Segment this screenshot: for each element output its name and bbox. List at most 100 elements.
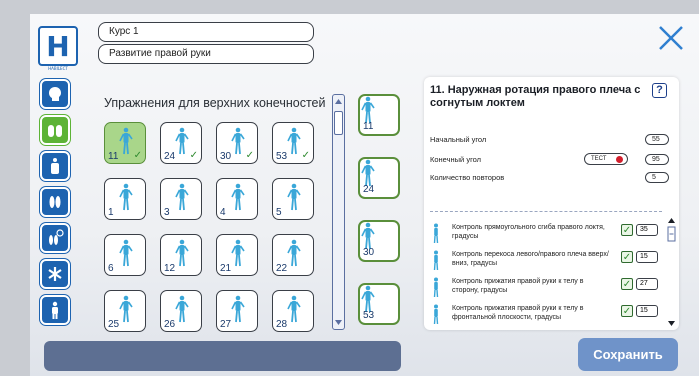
feet-icon bbox=[49, 196, 61, 208]
exercise-figure-icon bbox=[175, 239, 189, 267]
exercise-figure-icon bbox=[231, 239, 245, 267]
exercise-grid: 11 ✓ 24 ✓ 30 ✓ 53 ✓ 1 3 4 5 6 12 21 22 25 26 27 28 bbox=[104, 120, 326, 332]
scroll-thumb[interactable] bbox=[334, 111, 343, 135]
category-person-button[interactable] bbox=[40, 295, 70, 325]
control-value[interactable]: 35 bbox=[636, 224, 658, 236]
exercise-tile[interactable]: 1 bbox=[104, 178, 146, 220]
exercise-figure-icon bbox=[119, 239, 133, 267]
check-icon: ✓ bbox=[133, 150, 142, 161]
exercise-number: 27 bbox=[220, 319, 232, 330]
feet-timer-icon bbox=[49, 229, 64, 245]
scroll-up-icon[interactable] bbox=[334, 97, 343, 106]
control-checkbox[interactable]: ✓ bbox=[621, 224, 633, 236]
exercise-tile[interactable]: 53 ✓ bbox=[272, 122, 314, 164]
exercise-figure-icon bbox=[231, 127, 245, 155]
save-button[interactable]: Сохранить bbox=[578, 338, 678, 371]
exercise-tile[interactable]: 22 bbox=[272, 234, 314, 276]
exercise-figure-icon bbox=[175, 295, 189, 323]
category-feet-timer-button[interactable] bbox=[40, 223, 70, 253]
start-angle-value[interactable]: 55 bbox=[645, 134, 669, 145]
logo-subtitle: HABILECT bbox=[48, 66, 68, 71]
queue-tile[interactable]: 30 bbox=[358, 220, 400, 262]
scroll-down-icon[interactable] bbox=[334, 318, 343, 327]
exercise-figure-icon bbox=[287, 183, 301, 211]
course-label: Курс 1 bbox=[98, 22, 314, 42]
posture-figure-icon bbox=[433, 250, 439, 270]
control-row: Контроль перекоса левого/правого плеча в… bbox=[424, 248, 664, 272]
exercise-tile[interactable]: 21 bbox=[216, 234, 258, 276]
test-button[interactable]: ТЕСТ bbox=[584, 153, 628, 165]
exercise-figure-icon bbox=[175, 127, 189, 155]
exercise-tile[interactable]: 6 bbox=[104, 234, 146, 276]
panel-scrollbar[interactable] bbox=[667, 217, 676, 327]
exercise-tile[interactable]: 24 ✓ bbox=[160, 122, 202, 164]
category-body-button[interactable] bbox=[40, 151, 70, 181]
queue-number: 53 bbox=[363, 310, 375, 321]
exercise-tile[interactable]: 4 bbox=[216, 178, 258, 220]
exercise-title: 11. Наружная ротация правого плеча с сог… bbox=[430, 84, 641, 109]
exercise-tile[interactable]: 5 bbox=[272, 178, 314, 220]
logo: H bbox=[38, 26, 78, 66]
control-checkbox[interactable]: ✓ bbox=[621, 251, 633, 263]
control-row: Контроль прижатия правой руки к телу в ф… bbox=[424, 302, 664, 326]
body-icon bbox=[51, 158, 59, 174]
exercise-figure-icon bbox=[361, 96, 375, 124]
exercise-number: 12 bbox=[164, 263, 176, 274]
queue-number: 11 bbox=[363, 121, 374, 132]
exercise-figure-icon bbox=[119, 127, 133, 155]
record-dot-icon bbox=[616, 156, 623, 163]
exercise-figure-icon bbox=[287, 127, 301, 155]
exercise-number: 4 bbox=[220, 207, 226, 218]
control-checkbox[interactable]: ✓ bbox=[621, 278, 633, 290]
close-icon[interactable] bbox=[657, 24, 685, 52]
posture-figure-icon bbox=[433, 277, 439, 297]
end-angle-value[interactable]: 95 bbox=[645, 154, 669, 165]
help-button[interactable]: ? bbox=[652, 83, 667, 98]
exercise-tile[interactable]: 25 bbox=[104, 290, 146, 332]
exercise-tile[interactable]: 12 bbox=[160, 234, 202, 276]
repeats-label: Количество повторов bbox=[430, 173, 505, 182]
control-row: Контроль прижатия правой руки к телу в с… bbox=[424, 275, 664, 299]
queue-tile[interactable]: 53 bbox=[358, 283, 400, 325]
exercise-details-panel: 11. Наружная ротация правого плеча с сог… bbox=[424, 77, 679, 330]
exercise-number: 26 bbox=[164, 319, 176, 330]
exercise-figure-icon bbox=[175, 183, 189, 211]
queue-tile[interactable]: 24 bbox=[358, 157, 400, 199]
exercise-figure-icon bbox=[361, 285, 375, 313]
exercise-number: 28 bbox=[276, 319, 288, 330]
queue-tile[interactable]: 11 bbox=[358, 94, 400, 136]
exercise-tile[interactable]: 30 ✓ bbox=[216, 122, 258, 164]
posture-figure-icon bbox=[433, 223, 439, 243]
exercise-figure-icon bbox=[119, 295, 133, 323]
exercise-number: 22 bbox=[276, 263, 288, 274]
control-label: Контроль прямоугольного сгиба правого ло… bbox=[452, 224, 605, 240]
queue-number: 24 bbox=[363, 184, 375, 195]
exercise-tile[interactable]: 27 bbox=[216, 290, 258, 332]
exercise-tile[interactable]: 26 bbox=[160, 290, 202, 332]
check-icon: ✓ bbox=[245, 150, 254, 161]
test-label: ТЕСТ bbox=[591, 156, 607, 162]
control-row: Контроль прямоугольного сгиба правого ло… bbox=[424, 221, 664, 245]
exercise-number: 6 bbox=[108, 263, 114, 274]
exercise-figure-icon bbox=[231, 183, 245, 211]
control-value[interactable]: 27 bbox=[636, 278, 658, 290]
exercise-tile[interactable]: 28 bbox=[272, 290, 314, 332]
category-hands-button[interactable] bbox=[40, 115, 70, 145]
control-checkbox[interactable]: ✓ bbox=[621, 305, 633, 317]
exercise-tile[interactable]: 3 bbox=[160, 178, 202, 220]
category-feet-button[interactable] bbox=[40, 187, 70, 217]
repeats-value[interactable]: 5 bbox=[645, 172, 669, 183]
check-icon: ✓ bbox=[301, 150, 310, 161]
control-value[interactable]: 15 bbox=[636, 305, 658, 317]
exercise-scrollbar[interactable] bbox=[332, 94, 345, 330]
category-head-button[interactable] bbox=[40, 79, 70, 109]
exercise-figure-icon bbox=[287, 295, 301, 323]
exercise-number: 53 bbox=[276, 151, 288, 162]
control-value[interactable]: 15 bbox=[636, 251, 658, 263]
exercise-tile[interactable]: 11 ✓ bbox=[104, 122, 146, 164]
exercises-title: Упражнения для верхних конечностей bbox=[104, 96, 326, 110]
end-angle-label: Конечный угол bbox=[430, 155, 482, 164]
divider bbox=[430, 211, 662, 212]
category-asterisk-button[interactable] bbox=[40, 259, 70, 289]
control-label: Контроль прижатия правой руки к телу в с… bbox=[452, 278, 584, 294]
